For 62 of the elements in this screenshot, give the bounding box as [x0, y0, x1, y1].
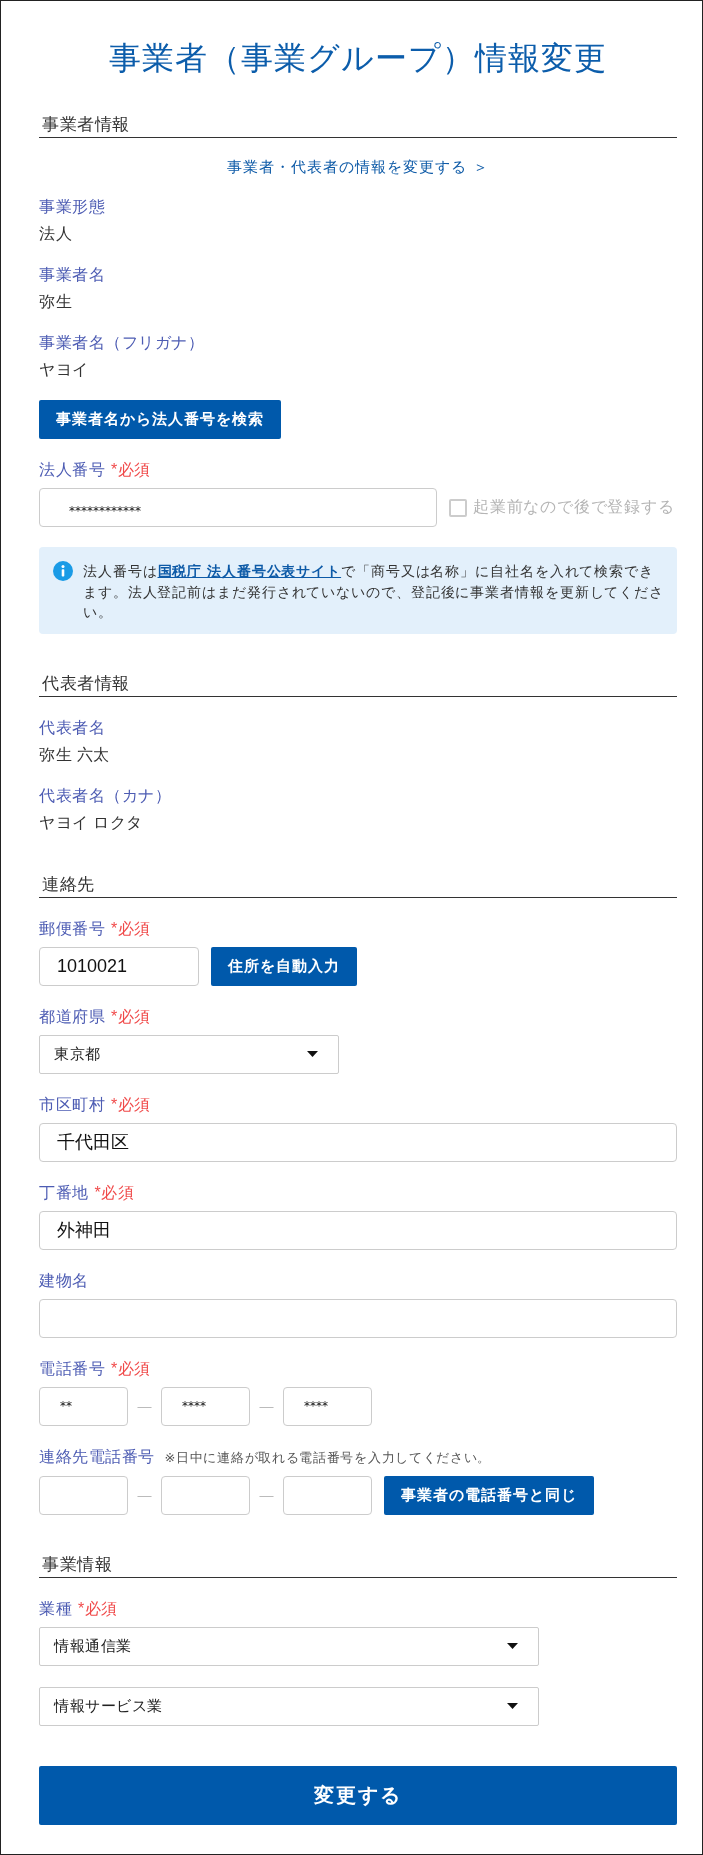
- info-icon: [53, 561, 73, 581]
- text-input[interactable]: 千代田区: [39, 1122, 677, 1162]
- field-label: 郵便番号: [39, 918, 105, 939]
- field-label: 事業形態: [39, 197, 105, 217]
- phone-input[interactable]: [39, 1475, 128, 1515]
- section-heading: 事業情報: [39, 1552, 677, 1578]
- required-mark: *必須: [111, 918, 151, 939]
- text-input[interactable]: [39, 1298, 677, 1338]
- industry-dropdown[interactable]: 情報通信業: [39, 1626, 539, 1666]
- phone-input[interactable]: **: [39, 1386, 128, 1426]
- field-value: 弥生 六太: [39, 744, 111, 765]
- info-text: 法人番号は国税庁 法人番号公表サイト で「商号又は名称」に自社名を入れて検索できます。法人登記前はまだ発行されていないので、登記後に事業者情報を更新してください。: [83, 562, 666, 622]
- field-value: ヤヨイ ロクタ: [39, 812, 144, 833]
- required-mark: *必須: [111, 1006, 151, 1027]
- site-link[interactable]: 国税庁 法人番号公表サイト: [157, 563, 342, 579]
- phone-separator: —: [137, 1398, 152, 1414]
- field-label: 電話番号: [39, 1358, 105, 1379]
- hint-text: ※日中に連絡が取れる電話番号を入力してください。: [164, 1448, 492, 1467]
- field-label: 市区町村: [39, 1094, 105, 1115]
- phone-separator: —: [259, 1487, 274, 1503]
- required-mark: *必須: [111, 1094, 151, 1115]
- copy-phone-button[interactable]: 事業者の電話番号と同じ: [384, 1475, 594, 1515]
- caret-icon: [507, 1703, 518, 1709]
- phone-input[interactable]: [161, 1475, 250, 1515]
- field-label: 連絡先電話番号: [39, 1446, 155, 1467]
- checkbox-label: 起業前なので後で登録する: [473, 497, 675, 517]
- field-label: 代表者名: [39, 717, 105, 738]
- required-mark: *必須: [111, 1358, 151, 1379]
- field-value: 弥生: [39, 292, 73, 312]
- phone-input[interactable]: ****: [283, 1386, 372, 1426]
- field-label: 都道府県: [39, 1006, 105, 1027]
- corporate-number-input[interactable]: ************: [39, 488, 437, 527]
- required-mark: *必須: [111, 460, 151, 480]
- section-heading: 事業者情報: [39, 113, 677, 138]
- field-label: 法人番号: [39, 460, 105, 480]
- phone-separator: —: [137, 1487, 152, 1503]
- section-heading: 代表者情報: [39, 671, 677, 697]
- page-title: 事業者（事業グループ）情報変更: [108, 39, 608, 78]
- phone-input[interactable]: ****: [161, 1386, 250, 1426]
- field-value: 法人: [39, 224, 73, 244]
- section-heading: 連絡先: [39, 872, 677, 898]
- field-label: 建物名: [39, 1270, 89, 1291]
- phone-input[interactable]: [283, 1475, 372, 1515]
- prefecture-dropdown[interactable]: 東京都: [39, 1034, 339, 1074]
- autofill-button[interactable]: 住所を自動入力: [211, 946, 357, 986]
- field-label: 代表者名（カナ）: [39, 785, 171, 806]
- search-button[interactable]: 事業者名から法人番号を検索: [39, 400, 281, 439]
- edit-link[interactable]: 事業者・代表者の情報を変更する ＞: [227, 158, 489, 175]
- field-label: 丁番地: [39, 1182, 89, 1203]
- postal-code-input[interactable]: 1010021: [39, 946, 199, 986]
- phone-separator: —: [259, 1398, 274, 1414]
- caret-icon: [307, 1051, 318, 1057]
- submit-button[interactable]: 変更する: [39, 1765, 677, 1825]
- required-mark: *必須: [78, 1598, 118, 1619]
- industry-dropdown[interactable]: 情報サービス業: [39, 1686, 539, 1726]
- field-label: 業種: [39, 1598, 72, 1619]
- text-input[interactable]: 外神田: [39, 1210, 677, 1250]
- field-value: ヤヨイ: [39, 360, 90, 380]
- caret-icon: [507, 1643, 518, 1649]
- field-label: 事業者名: [39, 265, 105, 285]
- required-mark: *必須: [94, 1182, 135, 1203]
- field-label: 事業者名（フリガナ）: [39, 333, 204, 353]
